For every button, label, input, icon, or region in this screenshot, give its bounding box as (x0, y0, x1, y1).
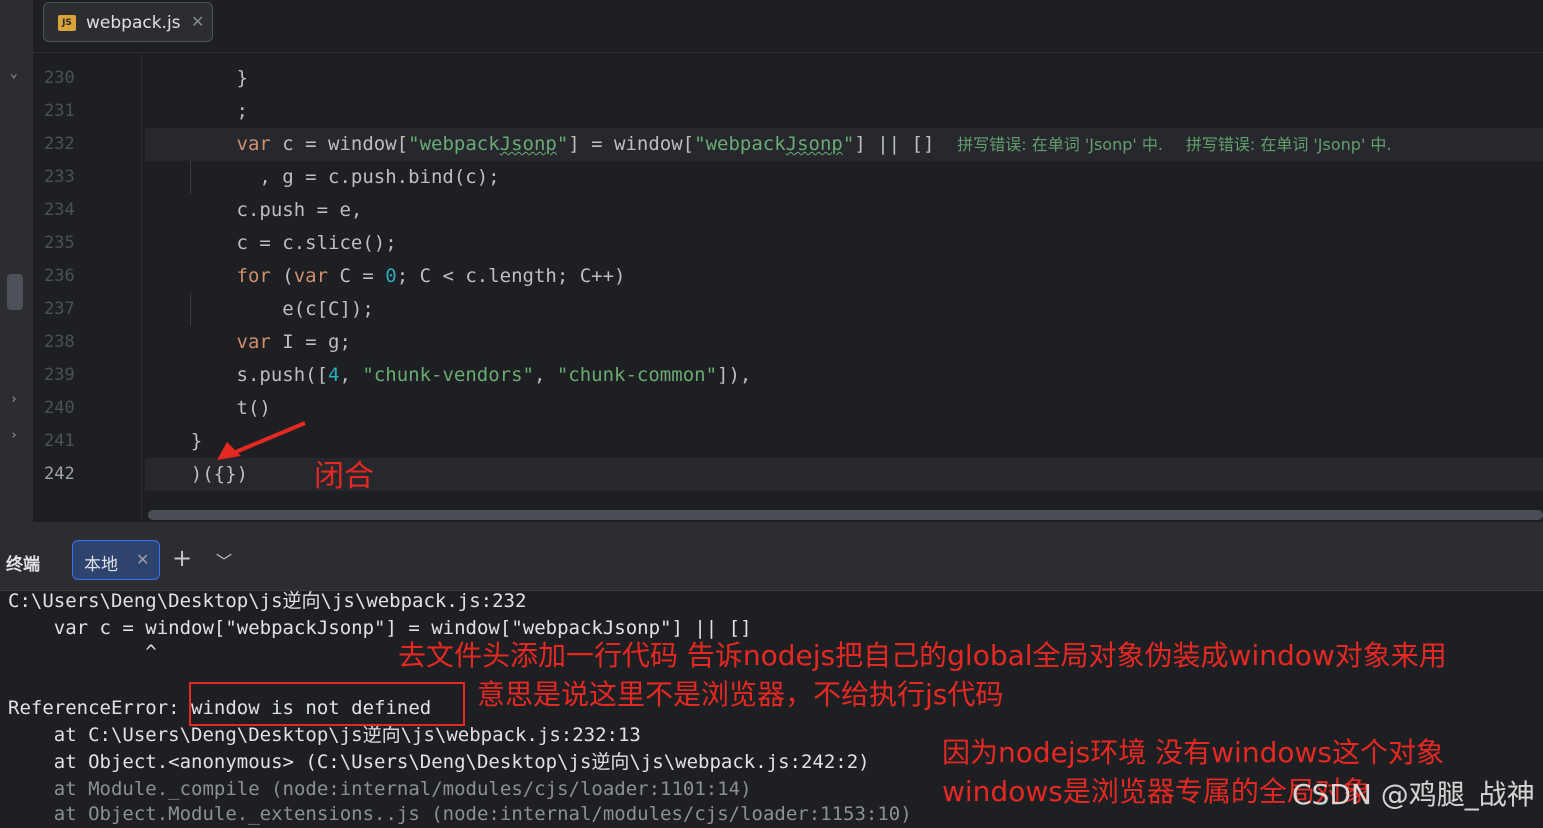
close-icon[interactable]: ✕ (191, 12, 204, 31)
code-line-warning[interactable]: var c = window["webpackJsonp"] = window[… (145, 128, 1543, 161)
line-number: 238 (44, 332, 75, 352)
code-line[interactable]: ; (145, 95, 1543, 128)
editor-left-strip: ⌄ › › (0, 0, 34, 522)
terminal-header: 终端 本地 ✕ + ﹀ (0, 528, 1543, 591)
terminal-title: 终端 (6, 555, 40, 575)
tab-webpack-js[interactable]: JS webpack.js ✕ (43, 2, 213, 42)
code-line[interactable]: } (145, 62, 1543, 95)
line-number: 234 (44, 200, 75, 220)
annotation-close: 闭合 (314, 459, 374, 494)
horizontal-scrollbar[interactable] (148, 510, 1543, 520)
line-number: 237 (44, 299, 75, 319)
terminal-line: at Object.<anonymous> (C:\Users\Deng\Des… (8, 751, 870, 773)
code-line[interactable]: var I = g; (145, 326, 1543, 359)
annotation-note-2: 意思是说这里不是浏览器，不给执行js代码 (477, 678, 1004, 711)
line-number-current: 242 (44, 464, 75, 484)
terminal-line: ^ (8, 641, 157, 663)
line-number: 239 (44, 365, 75, 385)
line-number: 230 (44, 68, 75, 88)
code-line[interactable]: e(c[C]); (145, 293, 1543, 326)
annotation-note-3: 因为nodejs环境 没有windows这个对象 (942, 736, 1444, 769)
line-number: 231 (44, 101, 75, 121)
terminal-line: at C:\Users\Deng\Desktop\js逆向\js\webpack… (8, 724, 641, 746)
js-file-icon: JS (58, 15, 76, 31)
line-number: 233 (44, 167, 75, 187)
error-highlight-box (189, 682, 465, 726)
line-number: 236 (44, 266, 75, 286)
code-line[interactable]: c = c.slice(); (145, 227, 1543, 260)
inlay-hint: 拼写错误: 在单词 'Jsonp' 中. (1185, 135, 1392, 154)
terminal-line: at Module._compile (node:internal/module… (8, 778, 752, 800)
code-line[interactable]: c.push = e, (145, 194, 1543, 227)
terminal-line: C:\Users\Deng\Desktop\js逆向\js\webpack.js… (8, 590, 527, 612)
terminal-line: at Object.Module._extensions..js (node:i… (8, 803, 912, 825)
line-number-gutter: 230 231 232 233 234 235 236 237 238 239 … (33, 53, 142, 522)
tab-label: webpack.js (86, 13, 181, 33)
plus-icon[interactable]: + (172, 544, 192, 572)
fold-chevron-right-icon[interactable]: › (10, 392, 18, 407)
chevron-down-icon[interactable]: ﹀ (216, 548, 232, 572)
code-line[interactable]: s.push([4, "chunk-vendors", "chunk-commo… (145, 359, 1543, 392)
annotation-note-1: 去文件头添加一行代码 告诉nodejs把自己的global全局对象伪装成wind… (398, 639, 1447, 672)
editor-tab-bar: JS webpack.js ✕ (33, 0, 1543, 53)
inlay-hint: 拼写错误: 在单词 'Jsonp' 中. (957, 135, 1163, 154)
code-line[interactable]: t() (145, 392, 1543, 425)
fold-chevron-down-icon[interactable]: ⌄ (10, 66, 18, 81)
line-number: 232 (44, 134, 75, 154)
red-arrow-icon (217, 421, 306, 460)
line-number: 240 (44, 398, 75, 418)
terminal-tab-label: 本地 (84, 555, 118, 575)
code-line[interactable]: for (var C = 0; C < c.length; C++) (145, 260, 1543, 293)
line-number: 235 (44, 233, 75, 253)
code-editor[interactable]: 230 231 232 233 234 235 236 237 238 239 … (33, 53, 1543, 522)
close-icon[interactable]: ✕ (136, 550, 149, 569)
fold-chevron-right-icon[interactable]: › (10, 428, 18, 443)
code-line[interactable]: , g = c.push.bind(c); (145, 161, 1543, 194)
terminal-tab-local[interactable]: 本地 ✕ (72, 540, 160, 580)
scroll-handle[interactable] (7, 274, 23, 310)
line-number: 241 (44, 431, 75, 451)
watermark: CSDN @鸡腿_战神 (1292, 778, 1535, 811)
